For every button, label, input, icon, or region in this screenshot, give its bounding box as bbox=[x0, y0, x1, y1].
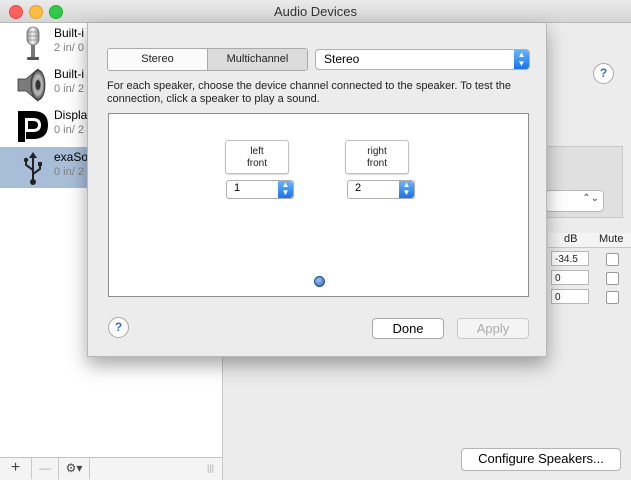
channel-value: 1 bbox=[234, 182, 241, 194]
mute-column-header: Mute bbox=[599, 233, 624, 245]
chevron-updown-icon: ▲ ▼ bbox=[399, 181, 414, 198]
speaker-configuration-popup[interactable]: Stereo ▲ ▼ bbox=[315, 49, 530, 70]
listener-position-icon bbox=[314, 276, 325, 287]
gear-menu-button[interactable]: ⚙︎▾ bbox=[59, 458, 90, 479]
chevron-updown-icon: ▲ ▼ bbox=[514, 50, 529, 69]
left-front-speaker-button[interactable]: left front bbox=[225, 140, 289, 174]
device-channels: 0 in/ 2 bbox=[54, 166, 84, 178]
device-name: Displa bbox=[54, 108, 88, 122]
device-name: Built-i bbox=[54, 26, 85, 40]
apply-button[interactable]: Apply bbox=[457, 318, 529, 339]
instructions-text: For each speaker, choose the device chan… bbox=[107, 80, 512, 105]
device-name: exaSo bbox=[54, 150, 89, 164]
speaker-icon bbox=[17, 68, 46, 102]
speaker-configuration-value: Stereo bbox=[324, 52, 360, 66]
db-value-field[interactable]: 0 bbox=[551, 289, 589, 304]
add-device-button[interactable]: + bbox=[0, 458, 32, 479]
volume-table-header: dB Mute bbox=[548, 233, 631, 248]
device-channels: 0 in/ 2 bbox=[54, 83, 84, 95]
resize-handle[interactable]: ||| bbox=[200, 458, 221, 479]
usb-icon bbox=[23, 152, 42, 185]
mute-checkbox[interactable] bbox=[606, 272, 619, 285]
speaker-label: front bbox=[246, 158, 267, 169]
db-value-field[interactable]: 0 bbox=[551, 270, 589, 285]
left-front-channel-popup[interactable]: 1 ▲ ▼ bbox=[226, 180, 294, 199]
speaker-label: front bbox=[366, 158, 387, 169]
right-front-speaker-button[interactable]: right front bbox=[345, 140, 409, 174]
device-channels: 2 in/ 0 bbox=[54, 42, 84, 54]
speaker-label: left bbox=[250, 146, 264, 157]
tab-stereo[interactable]: Stereo bbox=[108, 49, 208, 70]
device-name: Built-i bbox=[54, 67, 85, 81]
done-button[interactable]: Done bbox=[372, 318, 444, 339]
window-title: Audio Devices bbox=[273, 4, 358, 19]
displayport-icon bbox=[18, 111, 48, 142]
speaker-label: right bbox=[367, 146, 387, 157]
configure-speakers-button[interactable]: Configure Speakers... bbox=[461, 448, 621, 471]
db-column-header: dB bbox=[564, 233, 578, 245]
remove-device-button[interactable]: — bbox=[32, 458, 59, 479]
title-bar: Audio Devices bbox=[0, 0, 631, 23]
format-popup[interactable]: ⌃⌄ bbox=[545, 190, 604, 212]
speaker-mode-segmented-control: Stereo Multichannel bbox=[107, 48, 308, 71]
device-channels: 0 in/ 2 bbox=[54, 124, 84, 136]
configure-speakers-sheet: Stereo Multichannel Stereo ▲ ▼ For each s… bbox=[87, 23, 547, 357]
device-list-toolbar: + — ⚙︎▾ ||| bbox=[0, 457, 223, 480]
chevron-updown-icon: ⌃⌄ bbox=[582, 193, 599, 204]
channel-value: 2 bbox=[355, 182, 362, 194]
microphone-icon bbox=[26, 26, 40, 60]
mute-checkbox[interactable] bbox=[606, 291, 619, 304]
sheet-help-button[interactable]: ? bbox=[108, 317, 129, 338]
db-value-field[interactable]: -34.5 bbox=[551, 251, 589, 266]
tab-multichannel[interactable]: Multichannel bbox=[208, 49, 307, 70]
chevron-updown-icon: ▲ ▼ bbox=[278, 181, 293, 198]
mute-checkbox[interactable] bbox=[606, 253, 619, 266]
right-front-channel-popup[interactable]: 2 ▲ ▼ bbox=[347, 180, 415, 199]
help-button[interactable]: ? bbox=[593, 63, 614, 84]
speaker-layout-area: left front 1 ▲ ▼ right front 2 ▲ ▼ bbox=[108, 113, 529, 297]
